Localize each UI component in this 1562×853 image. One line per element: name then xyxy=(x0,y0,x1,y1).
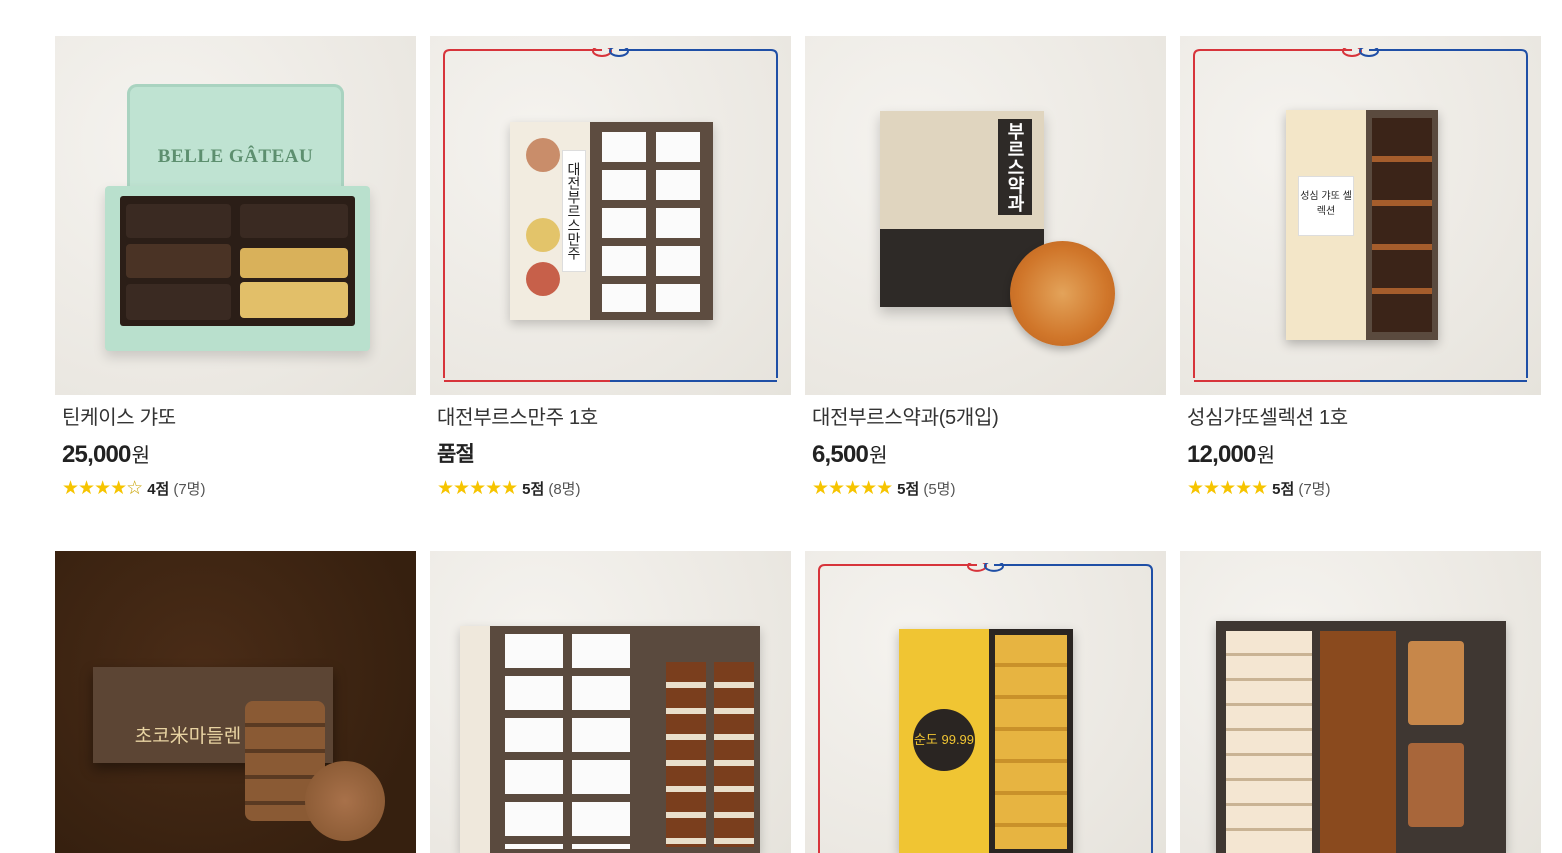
rating-score: 5점 xyxy=(897,480,920,498)
product-image[interactable]: 부르스약과 xyxy=(805,36,1166,395)
review-count: (8명) xyxy=(548,480,581,498)
price-currency: 원 xyxy=(869,445,887,467)
box-label: 순도 99.99 xyxy=(913,709,975,771)
box-illustration xyxy=(460,626,760,853)
review-count: (7명) xyxy=(1298,480,1331,498)
price-currency: 원 xyxy=(1256,445,1275,467)
price-value: 12,000 xyxy=(1187,441,1256,468)
tin-title-text: BELLE GÂTEAU xyxy=(157,146,314,167)
product-card[interactable]: 부르스약과 대전부르스약과(5개입) 6,500원 ★★★★★ 5점 (5명) xyxy=(805,36,1166,551)
box-label: 대전부르스만주 xyxy=(562,150,586,272)
price-value: 6,500 xyxy=(812,441,869,468)
product-image[interactable]: 순도 99.99 xyxy=(805,551,1166,853)
product-image[interactable]: 대전부르스만주 xyxy=(430,36,791,395)
product-rating: ★★★★★ 5점 (8명) xyxy=(437,477,784,499)
product-card[interactable] xyxy=(430,551,791,853)
product-image[interactable]: 초코米마들렌 xyxy=(55,551,416,853)
product-card[interactable]: BELLE GÂTEAU 틴케이스 갸또 25,000원 ★★★★☆ 4점 (7… xyxy=(55,36,416,551)
product-name[interactable]: 틴케이스 갸또 xyxy=(62,405,409,431)
box-label: 초코米마들렌 xyxy=(134,725,242,747)
product-price: 12,000원 xyxy=(1187,440,1534,470)
box-illustration: 성심 갸또 셀렉션 xyxy=(1286,110,1438,340)
review-count: (7명) xyxy=(173,480,206,498)
product-card[interactable] xyxy=(1180,551,1541,853)
product-image[interactable]: 성심 갸또 셀렉션 xyxy=(1180,36,1541,395)
box-illustration: 대전부르스만주 xyxy=(510,122,713,320)
review-count: (5명) xyxy=(923,480,956,498)
tin-contents-illustration xyxy=(120,196,355,326)
yakgwa-illustration xyxy=(1010,241,1115,346)
product-name[interactable]: 대전부르스만주 1호 xyxy=(437,405,784,431)
box-illustration: 순도 99.99 xyxy=(899,629,1073,853)
product-image[interactable] xyxy=(1180,551,1541,853)
product-price: 6,500원 xyxy=(812,440,1159,470)
price-value: 25,000 xyxy=(62,441,131,468)
box-illustration xyxy=(1216,621,1506,853)
star-rating-icon: ★★★★★ xyxy=(812,477,893,499)
product-card[interactable]: 순도 99.99 xyxy=(805,551,1166,853)
product-card[interactable]: 대전부르스만주 대전부르스만주 1호 품절 ★★★★★ 5점 (8명) xyxy=(430,36,791,551)
product-grid: BELLE GÂTEAU 틴케이스 갸또 25,000원 ★★★★☆ 4점 (7… xyxy=(55,36,1541,853)
product-card[interactable]: 성심 갸또 셀렉션 성심갸또셀렉션 1호 12,000원 ★★★★★ 5점 (7… xyxy=(1180,36,1541,551)
product-rating: ★★★★☆ 4점 (7명) xyxy=(62,477,409,499)
star-rating-icon: ★★★★★ xyxy=(1187,477,1268,499)
product-price: 25,000원 xyxy=(62,440,409,470)
product-soldout: 품절 xyxy=(437,443,475,466)
price-currency: 원 xyxy=(131,445,150,467)
product-card[interactable]: 초코米마들렌 xyxy=(55,551,416,853)
rating-score: 5점 xyxy=(1272,480,1295,498)
product-name[interactable]: 성심갸또셀렉션 1호 xyxy=(1187,405,1534,431)
product-name[interactable]: 대전부르스약과(5개입) xyxy=(812,405,1159,431)
madeleine-illustration xyxy=(305,761,385,841)
star-rating-icon: ★★★★★ xyxy=(437,477,518,499)
rating-score: 4점 xyxy=(147,480,170,498)
product-image[interactable]: BELLE GÂTEAU xyxy=(55,36,416,395)
box-label: 성심 갸또 셀렉션 xyxy=(1298,176,1354,236)
product-rating: ★★★★★ 5점 (5명) xyxy=(812,477,1159,499)
box-label: 부르스약과 xyxy=(998,119,1032,215)
star-rating-icon: ★★★★☆ xyxy=(62,477,143,499)
product-image[interactable] xyxy=(430,551,791,853)
product-rating: ★★★★★ 5점 (7명) xyxy=(1187,477,1534,499)
rating-score: 5점 xyxy=(522,480,545,498)
